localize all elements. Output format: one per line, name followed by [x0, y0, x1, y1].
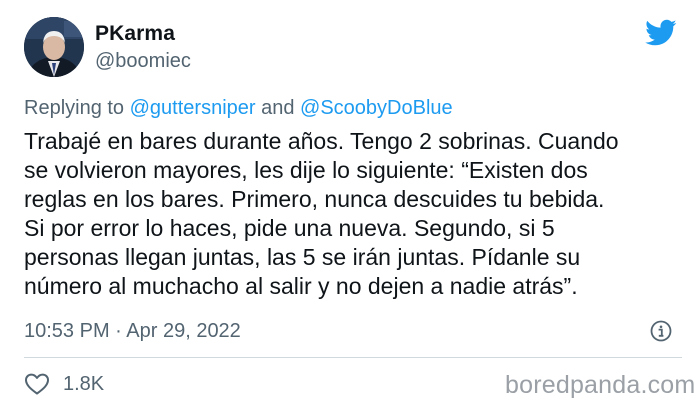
tweet-card: PKarma @boomiec Replying to @guttersnipe…: [0, 0, 700, 410]
mention-link-scoobydoblue[interactable]: @ScoobyDoBlue: [300, 97, 453, 119]
tweet-body-line: número al muchacho al salir y no dejen a…: [24, 273, 578, 299]
user-handle[interactable]: @boomiec: [95, 50, 191, 73]
tweet-timestamp[interactable]: 10:53 PM · Apr 29, 2022: [24, 320, 241, 343]
watermark: boredpanda.com: [505, 371, 696, 399]
tweet-body-line: personas llegan juntas, las 5 se irán ju…: [24, 244, 581, 270]
twitter-bird-icon[interactable]: [645, 19, 677, 47]
info-circle-icon[interactable]: [650, 320, 672, 342]
divider: [24, 357, 682, 358]
tweet-body-line: reglas en los bares. Primero, nunca desc…: [24, 186, 605, 212]
reply-prefix: Replying to: [24, 97, 130, 119]
display-name[interactable]: PKarma: [95, 22, 175, 46]
tweet-body-line: Si por error lo haces, pide una nueva. S…: [24, 215, 555, 241]
reply-joiner: and: [255, 97, 301, 119]
avatar[interactable]: [24, 17, 84, 77]
tweet-body-line: Trabajé en bares durante años. Tengo 2 s…: [24, 128, 619, 154]
mention-link-guttersniper[interactable]: @guttersniper: [130, 97, 256, 119]
reply-context: Replying to @guttersniper and @ScoobyDoB…: [24, 97, 453, 120]
tweet-body: Trabajé en bares durante años. Tengo 2 s…: [24, 127, 684, 301]
like-count[interactable]: 1.8K: [63, 373, 104, 396]
tweet-body-line: se volvieron mayores, les dije lo siguie…: [24, 157, 588, 183]
heart-outline-icon[interactable]: [24, 372, 50, 396]
